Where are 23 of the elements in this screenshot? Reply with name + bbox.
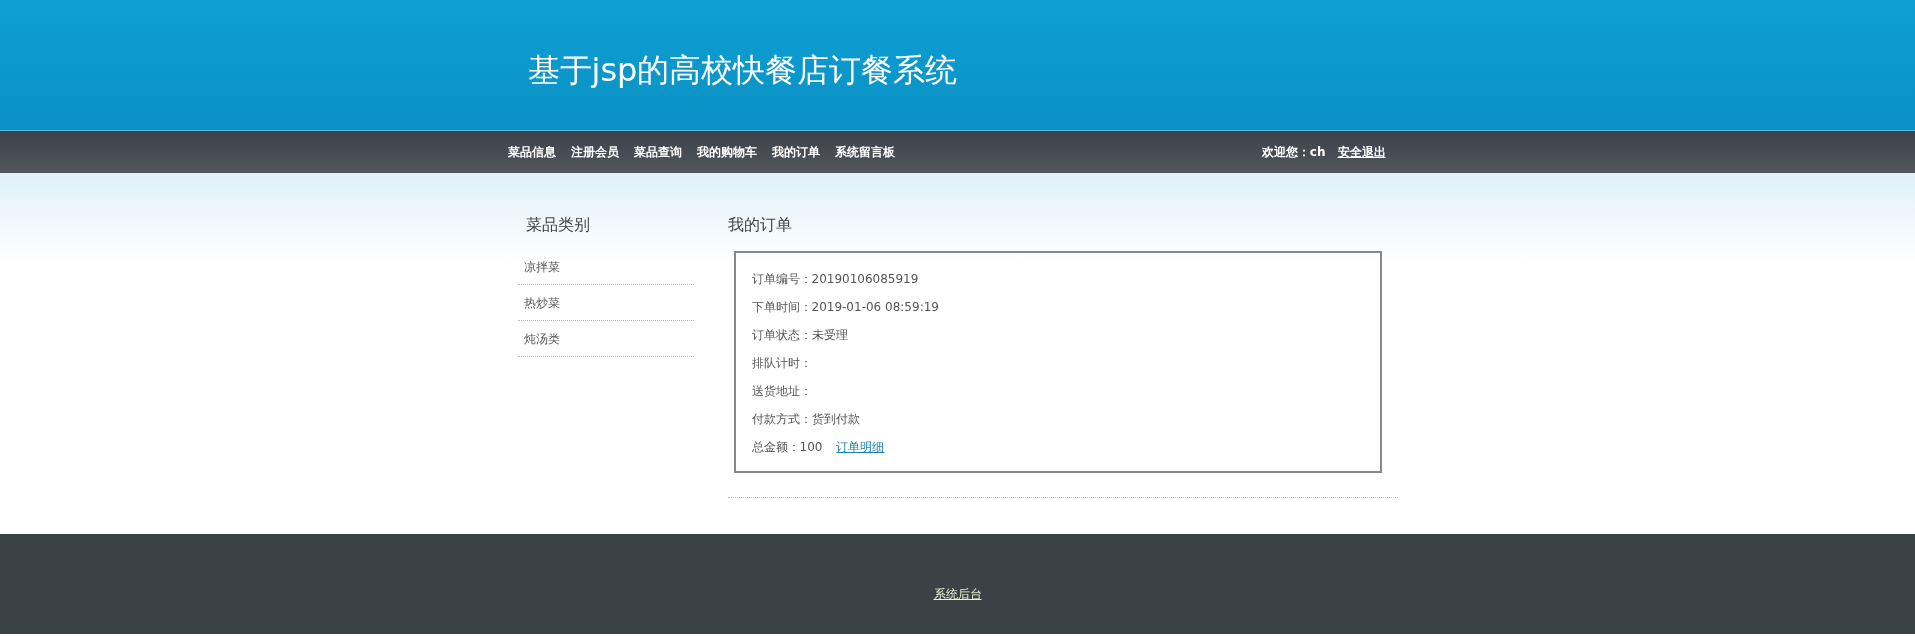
nav-link[interactable]: 我的订单 <box>771 143 820 161</box>
order-total-text: 总金额：100 <box>751 438 823 456</box>
category-link[interactable]: 热炒菜 <box>517 285 694 321</box>
order-field-text: 付款方式：货到付款 <box>751 410 860 428</box>
section-title: 我的订单 <box>727 215 793 236</box>
category-link[interactable]: 炖汤类 <box>517 321 694 357</box>
order-field-text: 下单时间：2019-01-06 08:59:19 <box>751 298 939 316</box>
welcome-text: 欢迎您：ch <box>1261 143 1326 161</box>
site-title: 基于jsp的高校快餐店订餐系统 <box>526 50 958 91</box>
logout-link[interactable]: 安全退出 <box>1337 143 1386 161</box>
nav-link[interactable]: 我的购物车 <box>696 143 757 161</box>
sidebar-title: 菜品类别 <box>524 215 591 236</box>
order-field-text: 送货地址： <box>751 382 812 400</box>
order-field-text: 订单状态：未受理 <box>751 326 848 344</box>
nav-link[interactable]: 菜品信息 <box>507 143 556 161</box>
order-detail-link[interactable]: 订单明细 <box>836 438 885 456</box>
nav-link[interactable]: 菜品查询 <box>633 143 682 161</box>
category-link[interactable]: 凉拌菜 <box>517 249 694 285</box>
nav-link[interactable]: 注册会员 <box>570 143 619 161</box>
nav-link[interactable]: 系统留言板 <box>834 143 895 161</box>
admin-link[interactable]: 系统后台 <box>933 585 982 603</box>
order-field-text: 订单编号：20190106085919 <box>751 270 919 288</box>
order-field-text: 排队计时： <box>751 354 812 372</box>
